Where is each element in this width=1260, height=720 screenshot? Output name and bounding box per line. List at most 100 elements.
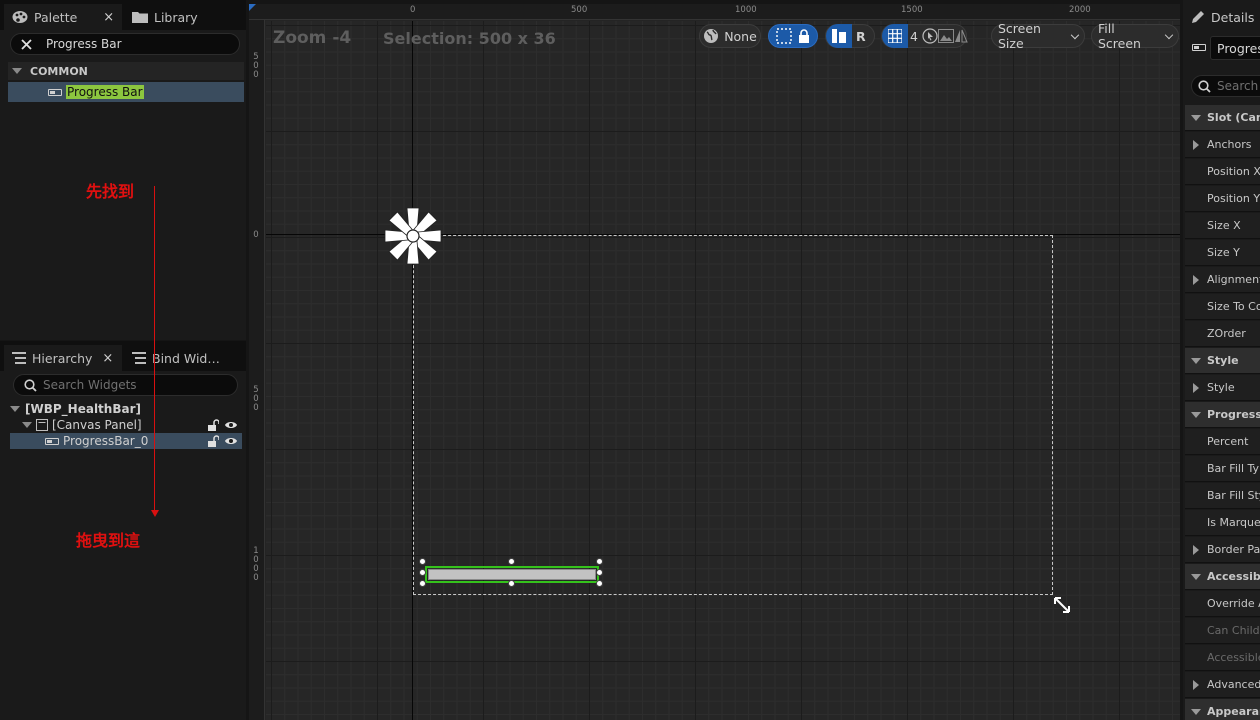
close-icon[interactable]: × [103,10,114,25]
palette-search-value: Progress Bar [46,37,122,51]
visibility-eye-icon[interactable] [224,435,238,447]
selection-handle[interactable] [419,580,426,587]
details-property-label: Size X [1207,219,1241,232]
details-property-row[interactable]: Bar Fill Type [1185,456,1260,482]
ruler-left-label: 500 [253,52,259,80]
details-section-header[interactable]: Accessibility [1185,564,1260,590]
details-section-header[interactable]: Appearance [1185,699,1260,720]
unlock-icon[interactable] [207,435,219,447]
details-property-label: Anchors [1207,138,1252,151]
expand-arrow-icon [1193,274,1199,285]
bind-list-icon [132,352,146,364]
collapse-arrow-icon [1191,411,1201,418]
palette-search-input[interactable]: Progress Bar [10,33,240,55]
chevron-down-icon [1164,30,1174,39]
annotation-arrow-head [151,510,159,517]
visibility-eye-icon[interactable] [224,419,238,431]
details-property-row[interactable]: Accessible Behavior [1185,645,1260,671]
localization-preview-button[interactable]: None [699,24,761,48]
details-property-row[interactable]: Is Marquee [1185,510,1260,536]
fill-screen-dropdown[interactable]: Fill Screen [1091,21,1179,51]
details-section-header[interactable]: Progress [1185,402,1260,428]
tab-library[interactable]: Library [124,4,206,30]
screen-size-dropdown[interactable]: Screen Size [991,21,1085,51]
details-property-label: Style [1207,381,1235,394]
details-search-input[interactable]: Search [1191,75,1260,97]
selection-handle[interactable] [596,580,603,587]
selection-handle[interactable] [596,558,603,565]
details-property-row[interactable]: ZOrder [1185,321,1260,347]
ruler-top-label: 1500 [901,5,923,15]
widget-name-input[interactable]: ProgressBar_0 [1210,36,1260,60]
progress-bar-widget[interactable] [428,569,596,580]
widget-search-placeholder: Search Widgets [43,378,137,392]
resize-handle-icon[interactable] [1053,596,1071,614]
tree-item-progressbar-0[interactable]: ProgressBar_0 [10,433,242,449]
search-icon [1198,79,1211,93]
annotation-arrow-line [154,186,155,512]
collapse-arrow-icon [10,406,20,412]
details-section-header[interactable]: Slot (Canvas Panel Slot) [1185,105,1260,131]
annotation-drag-here: 拖曳到這 [76,531,141,550]
respect-locks-button[interactable] [768,24,818,48]
transform-mode-button[interactable]: R [825,24,875,48]
details-property-row[interactable]: Size Y [1185,240,1260,266]
canvas-panel-icon [36,419,48,431]
details-property-label: Size Y [1207,246,1240,259]
expand-arrow-icon [1193,139,1199,150]
selection-handle[interactable] [508,558,515,565]
hierarchy-list-icon [12,352,26,364]
tab-details[interactable]: Details [1183,4,1260,30]
clear-search-icon[interactable] [21,38,32,50]
localization-label: None [724,28,757,44]
tab-palette[interactable]: Palette × [4,4,122,30]
zoom-level-label: Zoom -4 [273,28,352,48]
row-controls [207,435,238,447]
grid-icon [882,24,908,48]
details-property-row[interactable]: Position X [1185,159,1260,185]
details-property-row[interactable]: Bar Fill Style [1185,483,1260,509]
collapse-arrow-icon [12,68,22,74]
lock-icon [798,29,810,43]
image-preview-icon [938,29,954,43]
ruler-top-label: 500 [571,5,588,15]
details-property-label: Advanced [1207,678,1260,691]
details-property-row[interactable]: Style [1185,375,1260,401]
details-property-row[interactable]: Percent [1185,429,1260,455]
details-property-label: Position Y [1207,192,1260,205]
palette-item-progress-bar[interactable]: Progress Bar [8,82,244,102]
tab-bind-widgets[interactable]: Bind Wid… [124,345,228,371]
selection-handle[interactable] [508,580,515,587]
selection-handle[interactable] [419,558,426,565]
close-icon[interactable]: × [102,351,113,366]
collapse-arrow-icon [1191,357,1201,364]
details-section-header[interactable]: Style [1185,348,1260,374]
details-property-row[interactable]: Size To Content [1185,294,1260,320]
marquee-select-icon [776,28,792,44]
widget-search-input[interactable]: Search Widgets [13,374,238,396]
tree-item-root[interactable]: [WBP_HealthBar] [10,401,242,417]
details-property-row[interactable]: Anchors [1185,132,1260,158]
details-property-row[interactable]: Override Accessible Defaults [1185,591,1260,617]
details-property-row[interactable]: Advanced [1185,672,1260,698]
tree-item-canvas-panel[interactable]: [Canvas Panel] [10,417,242,433]
details-property-row[interactable]: Border Padding [1185,537,1260,563]
details-property-label: Bar Fill Style [1207,489,1260,502]
anchor-flower-icon[interactable] [381,204,445,268]
tab-hierarchy[interactable]: Hierarchy × [4,345,122,371]
details-property-row[interactable]: Alignment [1185,267,1260,293]
grid-snap-button[interactable]: 4 [881,24,968,48]
details-property-label: Border Padding [1207,543,1260,556]
details-property-row[interactable]: Can Children be Accessible [1185,618,1260,644]
selection-handle[interactable] [419,569,426,576]
hierarchy-panel: Hierarchy × Bind Wid… Search Widgets [WB… [0,341,246,720]
unlock-icon[interactable] [207,419,219,431]
palette-category-common[interactable]: COMMON [8,62,244,80]
search-icon [24,378,37,392]
selection-handle[interactable] [596,569,603,576]
designer-canvas[interactable]: 0 500 1000 1500 2000 500 0 500 1000 Zoom… [249,4,1180,720]
details-property-row[interactable]: Size X [1185,213,1260,239]
collapse-arrow-icon [1191,114,1201,121]
details-property-row[interactable]: Position Y [1185,186,1260,212]
palette-tabbar: Palette × Library [0,0,246,30]
